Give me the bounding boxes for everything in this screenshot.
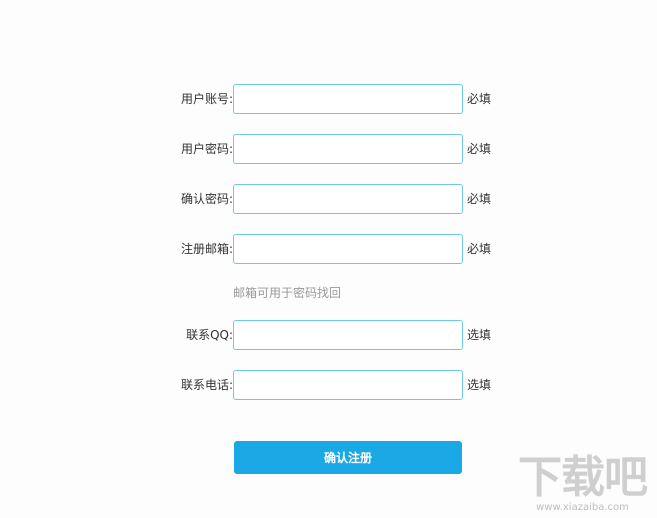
username-label: 用户账号: [180,92,233,106]
username-input[interactable] [233,84,463,114]
confirm-password-label: 确认密码: [180,192,233,206]
qq-input[interactable] [233,320,463,350]
email-label: 注册邮箱: [180,242,233,256]
phone-optional-note: 选填 [467,378,492,392]
qq-label: 联系QQ: [186,328,233,342]
qq-optional-note: 选填 [467,328,492,342]
password-label: 用户密码: [180,142,233,156]
form-row-phone: 联系电话: 选填 [0,370,657,400]
email-input[interactable] [233,234,463,264]
watermark-url-text: www.xiazaiba.com [536,502,629,513]
watermark-main-text: 下载吧 [518,452,648,503]
email-hint: 邮箱可用于密码找回 [233,286,342,300]
confirm-register-button[interactable]: 确认注册 [234,441,462,474]
phone-input[interactable] [233,370,463,400]
form-row-confirm-password: 确认密码: 必填 [0,184,657,214]
watermark-logo: 下载吧 www.xiazaiba.com [518,452,648,514]
username-required-note: 必填 [467,92,492,106]
form-row-username: 用户账号: 必填 [0,84,657,114]
password-input[interactable] [233,134,463,164]
email-required-note: 必填 [467,242,492,256]
phone-label: 联系电话: [180,378,233,392]
form-row-qq: 联系QQ: 选填 [0,320,657,350]
form-row-password: 用户密码: 必填 [0,134,657,164]
registration-page: 用户账号: 必填 用户密码: 必填 确认密码: 必填 注册邮箱: 必填 邮箱可用… [0,0,657,518]
form-row-email: 注册邮箱: 必填 [0,234,657,264]
confirm-password-required-note: 必填 [467,192,492,206]
confirm-password-input[interactable] [233,184,463,214]
password-required-note: 必填 [467,142,492,156]
